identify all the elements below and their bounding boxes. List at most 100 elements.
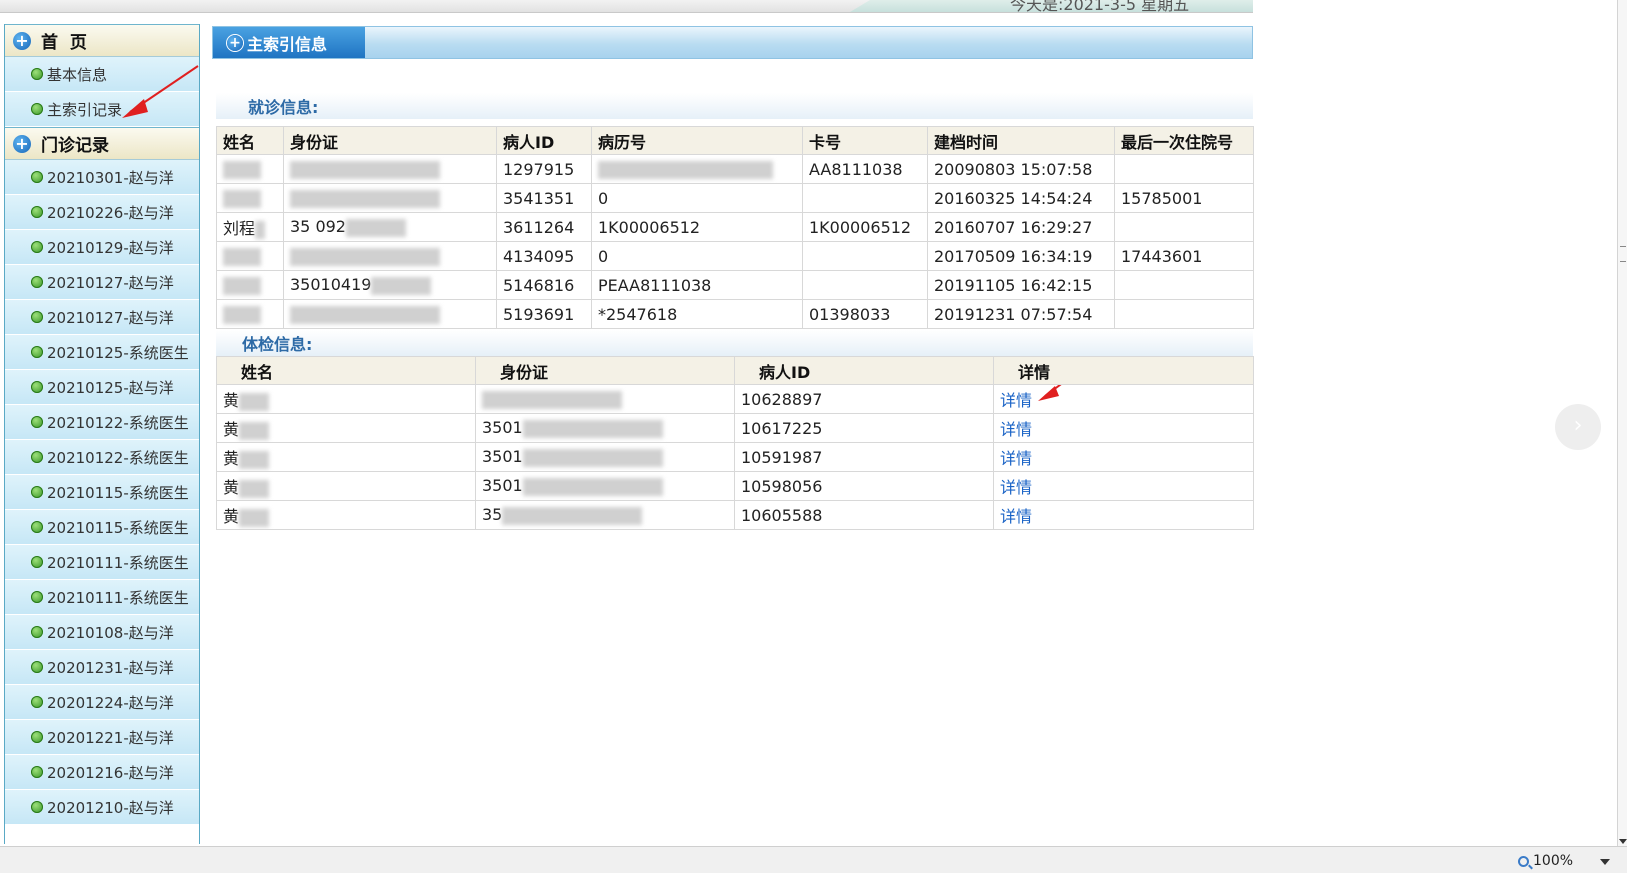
sidebar: + 首 页 基本信息 主索引记录 + 门诊记录 20210301-赵与洋 2021… [4, 24, 200, 844]
scroll-down-arrow-icon[interactable] [1619, 839, 1627, 844]
redacted-block [598, 160, 773, 179]
table-row[interactable]: 4134095 0 20170509 16:34:19 17443601 [216, 241, 1254, 271]
redacted-block [239, 479, 270, 498]
cell-record-no: 1K00006512 [591, 212, 803, 242]
sidebar-record-item[interactable]: 20210115-系统医生 [5, 510, 199, 545]
green-bullet-icon [31, 486, 43, 498]
table-row[interactable]: 1297915 AA8111038 20090803 15:07:58 [216, 154, 1254, 184]
sidebar-record-item[interactable]: 20201216-赵与洋 [5, 755, 199, 790]
next-page-button[interactable]: › [1555, 404, 1601, 450]
detail-link[interactable]: 详情 [1000, 478, 1032, 497]
sidebar-item-label: 20210301-赵与洋 [47, 168, 174, 187]
cell-name: 黄 [216, 413, 476, 443]
table-row[interactable]: 刘程 35 092 3611264 1K00006512 1K00006512 20160… [216, 212, 1254, 242]
sidebar-record-item[interactable]: 20210111-系统医生 [5, 580, 199, 615]
cell-text: 刘程 [223, 219, 256, 238]
redacted-block [239, 392, 270, 411]
sidebar-record-item[interactable]: 20210122-系统医生 [5, 440, 199, 475]
table-row[interactable]: 黄 3501 10598056 详情 [216, 471, 1254, 501]
exam-section-label: 体检信息: [242, 335, 313, 354]
cell-patient-id: 10628897 [734, 384, 994, 414]
col-header-created[interactable]: 建档时间 [927, 126, 1115, 155]
cell-name: 黄 [216, 471, 476, 501]
col-header-name[interactable]: 姓名 [216, 126, 284, 155]
zoom-magnifier-icon [1518, 855, 1529, 867]
redacted-block [522, 448, 663, 467]
col-header-name[interactable]: 姓名 [216, 356, 476, 385]
cell-card-no [802, 183, 928, 213]
table-row[interactable]: 35010419 5146816 PEAA8111038 20191105 16:42… [216, 270, 1254, 300]
redacted-block [223, 305, 261, 324]
cell-name [216, 241, 284, 271]
sidebar-record-item[interactable]: 20210125-赵与洋 [5, 370, 199, 405]
green-bullet-icon [31, 346, 43, 358]
sidebar-item-label: 20210125-系统医生 [47, 343, 189, 362]
sidebar-record-item[interactable]: 20210127-赵与洋 [5, 300, 199, 335]
table-row[interactable]: 黄 3501 10591987 详情 [216, 442, 1254, 472]
redacted-block [522, 477, 663, 496]
detail-link[interactable]: 详情 [1000, 449, 1032, 468]
redacted-block [290, 247, 440, 266]
sidebar-record-item[interactable]: 20201221-赵与洋 [5, 720, 199, 755]
sidebar-record-item[interactable]: 20210111-系统医生 [5, 545, 199, 580]
table-row[interactable]: 5193691 *2547618 01398033 20191231 07:57:54 [216, 299, 1254, 329]
zoom-control[interactable]: 100% [1518, 853, 1573, 869]
col-header-patient-id[interactable]: 病人ID [496, 126, 592, 155]
col-header-patient-id[interactable]: 病人ID [734, 356, 994, 385]
sidebar-record-item[interactable]: 20210129-赵与洋 [5, 230, 199, 265]
cell-text: 黄 [223, 420, 240, 439]
detail-link[interactable]: 详情 [1000, 507, 1032, 526]
cell-name [216, 270, 284, 300]
sidebar-record-item[interactable]: 20201210-赵与洋 [5, 790, 199, 825]
sidebar-item-label: 主索引记录 [47, 100, 123, 119]
sidebar-item-label: 20210115-系统医生 [47, 483, 189, 502]
sidebar-record-item[interactable]: 20210301-赵与洋 [5, 160, 199, 195]
col-header-last-inpatient[interactable]: 最后一次住院号 [1114, 126, 1254, 155]
cell-patient-id: 3611264 [496, 212, 592, 242]
table-row[interactable]: 黄 3501 10617225 详情 [216, 413, 1254, 443]
sidebar-record-item[interactable]: 20210108-赵与洋 [5, 615, 199, 650]
cell-text: 3501 [482, 418, 523, 438]
table-row[interactable]: 3541351 0 20160325 14:54:24 15785001 [216, 183, 1254, 213]
date-banner: 今天是:2021-3-5 星期五 [850, 0, 1253, 12]
col-header-record-no[interactable]: 病历号 [591, 126, 803, 155]
sidebar-section-outpatient[interactable]: + 门诊记录 [5, 127, 199, 160]
col-header-id-card[interactable]: 身份证 [475, 356, 735, 385]
green-bullet-icon [31, 521, 43, 533]
sidebar-section-home[interactable]: + 首 页 [5, 24, 199, 57]
cell-created: 20160707 16:29:27 [927, 212, 1115, 242]
col-header-card-no[interactable]: 卡号 [802, 126, 928, 155]
sidebar-record-item[interactable]: 20201224-赵与洋 [5, 685, 199, 720]
sidebar-record-item[interactable]: 20201231-赵与洋 [5, 650, 199, 685]
cell-detail: 详情 [993, 442, 1254, 472]
sidebar-record-item[interactable]: 20210115-系统医生 [5, 475, 199, 510]
cell-text: 35010419 [290, 275, 372, 295]
table-row[interactable]: 黄 10628897 详情 [216, 384, 1254, 414]
detail-link[interactable]: 详情 [1000, 420, 1032, 439]
green-bullet-icon [31, 241, 43, 253]
sidebar-record-item[interactable]: 20210226-赵与洋 [5, 195, 199, 230]
vertical-scrollbar[interactable] [1617, 0, 1627, 846]
sidebar-item-master-index[interactable]: 主索引记录 [5, 92, 199, 127]
sidebar-record-item[interactable]: 20210127-赵与洋 [5, 265, 199, 300]
sidebar-item-label: 20210108-赵与洋 [47, 623, 174, 642]
sidebar-item-basic-info[interactable]: 基本信息 [5, 57, 199, 92]
redacted-block [290, 160, 440, 179]
tab-label: 主索引信息 [247, 34, 328, 54]
col-header-id-card[interactable]: 身份证 [283, 126, 497, 155]
sidebar-record-item[interactable]: 20210125-系统医生 [5, 335, 199, 370]
sidebar-item-label: 20201224-赵与洋 [47, 693, 174, 712]
visit-section-title: 就诊信息: [216, 93, 1253, 119]
tab-master-index[interactable]: + 主索引信息 [213, 27, 365, 58]
sidebar-item-label: 20201216-赵与洋 [47, 763, 174, 782]
cell-detail: 详情 [993, 471, 1254, 501]
zoom-dropdown-icon[interactable] [1600, 859, 1610, 865]
green-bullet-icon [31, 626, 43, 638]
sidebar-record-item[interactable]: 20210122-系统医生 [5, 405, 199, 440]
cell-patient-id: 10591987 [734, 442, 994, 472]
detail-link[interactable]: 详情 [1000, 391, 1032, 410]
green-bullet-icon [31, 731, 43, 743]
redacted-block [482, 390, 622, 409]
table-row[interactable]: 黄 35 10605588 详情 [216, 500, 1254, 530]
col-header-detail[interactable]: 详情 [993, 356, 1254, 385]
